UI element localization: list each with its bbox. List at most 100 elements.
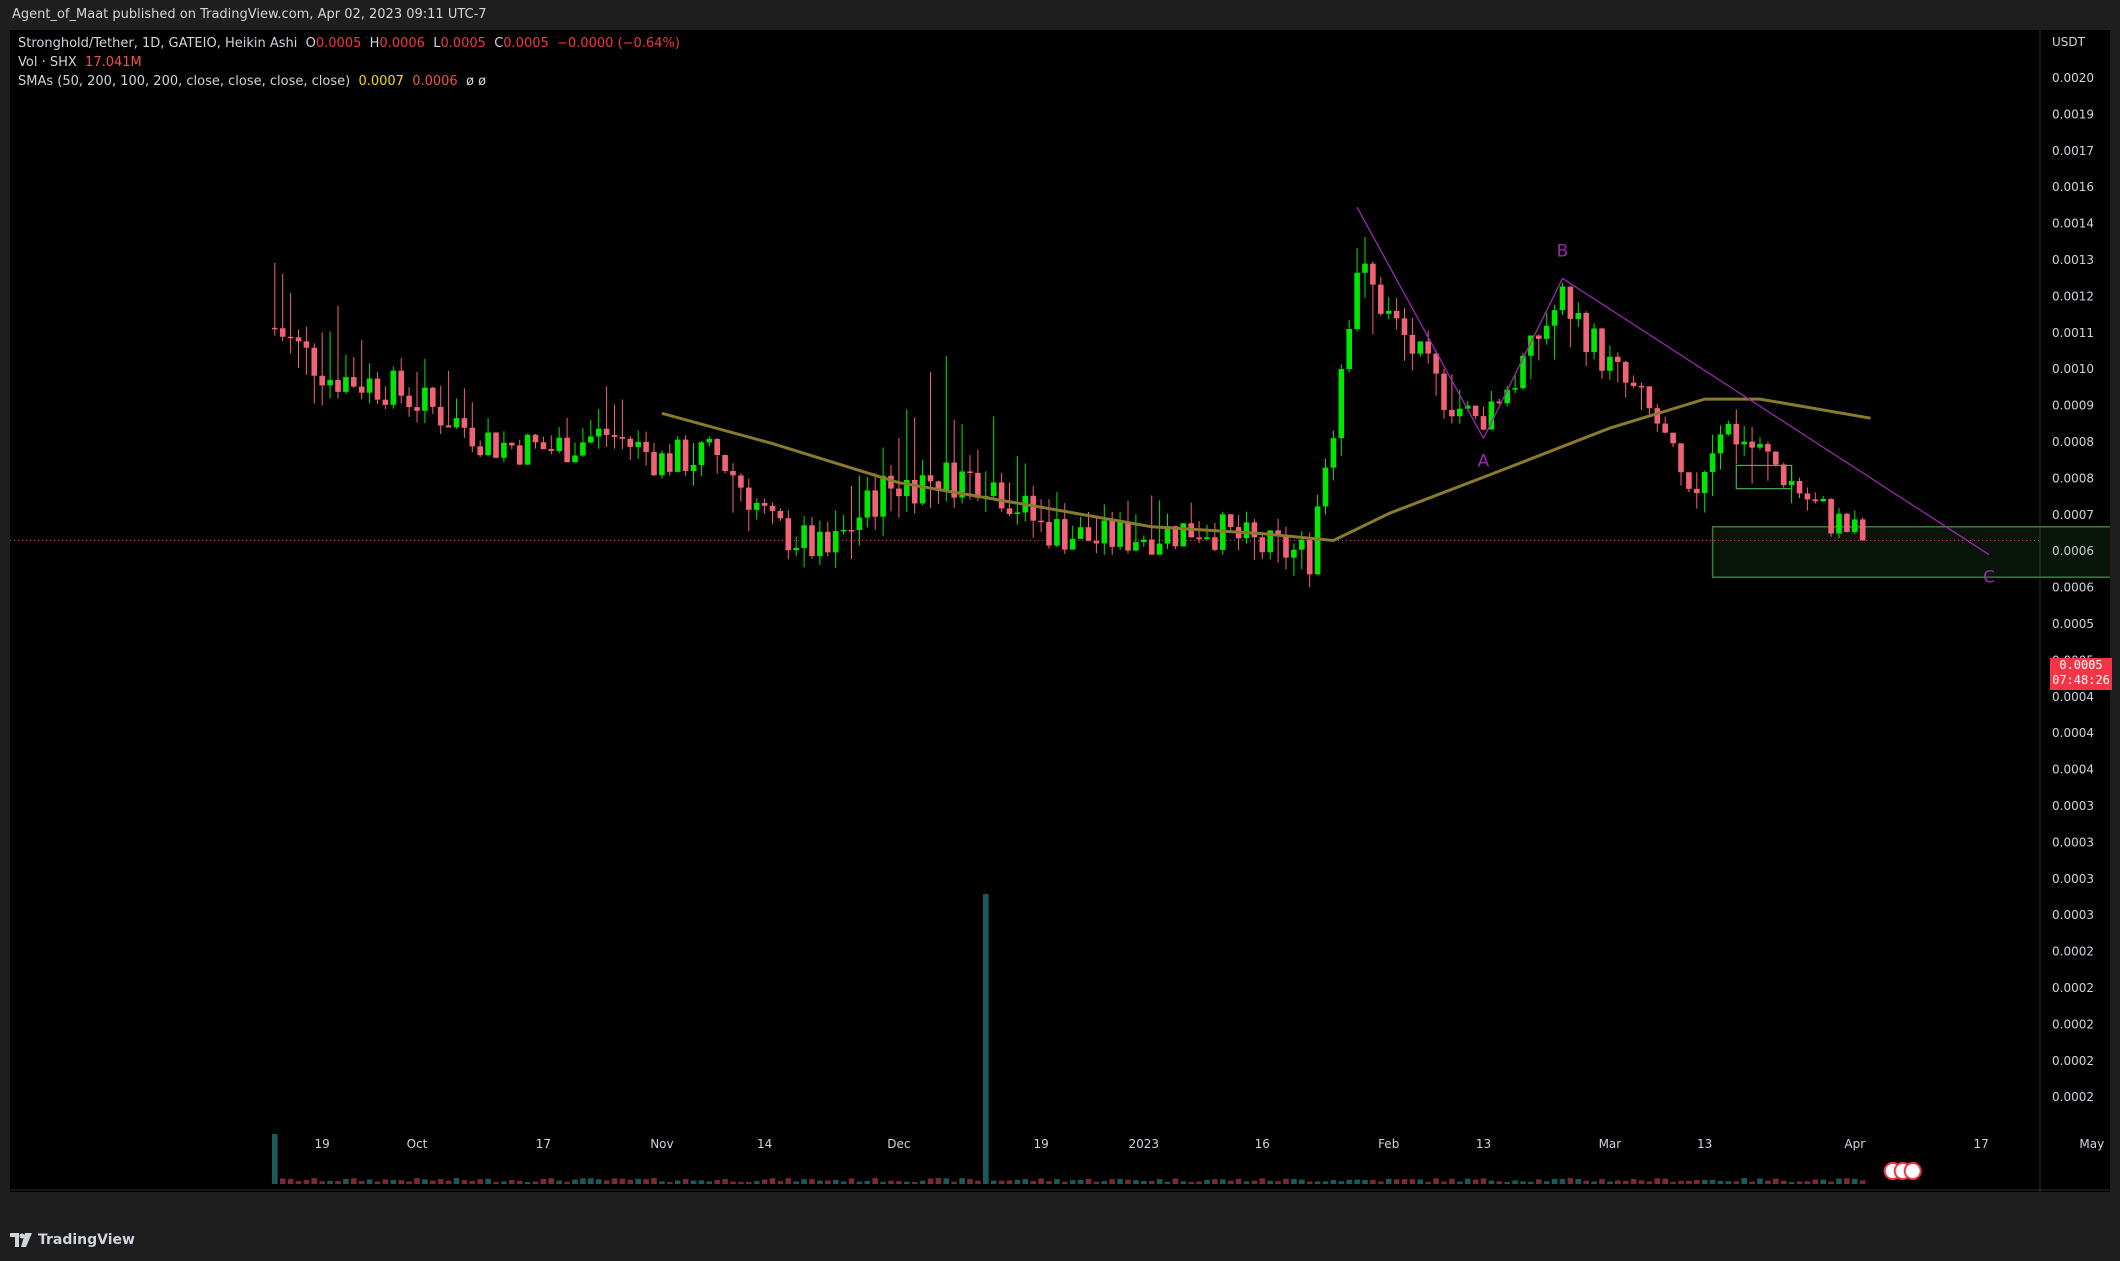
candle-body xyxy=(1109,520,1115,547)
price-tick-label: 0.0010 xyxy=(2052,362,2094,376)
volume-bar xyxy=(1338,1181,1345,1184)
candle-body xyxy=(1385,310,1392,314)
candle-body xyxy=(595,428,602,437)
volume-bar xyxy=(769,1178,776,1184)
candle-body xyxy=(777,510,784,519)
volume-bar xyxy=(1654,1178,1661,1184)
candle-body xyxy=(461,418,468,428)
price-chart-svg[interactable]: USDT 0.0020 0.0019 0.0017 0.0016 0.0014 0.0013… xyxy=(10,30,2110,1192)
candle-body xyxy=(493,432,499,458)
volume-bar xyxy=(959,1178,965,1184)
volume-bar xyxy=(951,1181,957,1184)
volume-bar xyxy=(1749,1181,1755,1184)
candle-body xyxy=(911,479,918,504)
volume-bar xyxy=(927,1178,934,1184)
volume-bar xyxy=(1141,1181,1147,1184)
event-flag-icon xyxy=(1903,1162,1922,1180)
volume-bar xyxy=(1346,1179,1352,1184)
volume-bar xyxy=(1686,1180,1692,1184)
volume-bar xyxy=(1322,1181,1329,1184)
volume-bar xyxy=(516,1180,523,1184)
volume-bar xyxy=(358,1181,365,1184)
candle-body xyxy=(1227,514,1234,528)
volume-bar xyxy=(461,1180,468,1184)
candle-body xyxy=(1622,361,1629,383)
volume-bar xyxy=(445,1180,452,1184)
candle-body xyxy=(919,475,926,504)
price-tick-label: 0.0012 xyxy=(2052,289,2094,303)
candle-body xyxy=(1133,542,1139,551)
candle-body xyxy=(619,437,626,439)
candle-body xyxy=(761,502,768,506)
volume-bar xyxy=(975,1180,981,1184)
volume-bar xyxy=(825,1180,831,1184)
volume-bar xyxy=(730,1181,736,1184)
volume-bar xyxy=(1180,1181,1187,1184)
candle-body xyxy=(1765,444,1771,452)
candle-body xyxy=(295,337,302,342)
candle-body xyxy=(651,451,657,476)
candle-body xyxy=(1472,405,1479,417)
volume-bar xyxy=(398,1180,404,1184)
volume-bar xyxy=(635,1178,641,1184)
candle-body xyxy=(1212,537,1218,550)
volume-bar xyxy=(1773,1178,1779,1184)
tradingview-logo[interactable]: TradingView xyxy=(10,1232,135,1248)
volume-bar xyxy=(580,1178,586,1184)
time-tick-label: Nov xyxy=(650,1137,673,1151)
volume-bar xyxy=(366,1179,373,1184)
candle-body xyxy=(509,442,515,446)
volume-bar xyxy=(698,1180,705,1184)
volume-bar xyxy=(1804,1181,1811,1184)
price-tick-label: 0.0007 xyxy=(2052,508,2094,522)
candle-body xyxy=(1512,388,1518,390)
volume-bar xyxy=(611,1178,618,1184)
candle-body xyxy=(1741,441,1747,445)
volume-bar xyxy=(540,1178,547,1184)
price-tick-label: 0.0004 xyxy=(2052,726,2094,740)
candle-body xyxy=(358,386,365,393)
price-tick-label: 0.0017 xyxy=(2052,144,2094,158)
candle-body xyxy=(1694,488,1700,494)
volume-bar xyxy=(1069,1180,1076,1184)
volume-bar xyxy=(1591,1181,1597,1184)
volume-bar xyxy=(1536,1179,1542,1184)
volume-bar xyxy=(738,1181,744,1184)
candle-body xyxy=(738,475,744,488)
volume-bar xyxy=(904,1181,910,1184)
tradingview-brand: TradingView xyxy=(38,1232,135,1248)
volume-bar xyxy=(1472,1179,1479,1184)
candle-body xyxy=(1322,467,1329,507)
volume-bar xyxy=(1859,1180,1866,1184)
candle-body xyxy=(1125,522,1131,551)
volume-bar xyxy=(311,1178,318,1184)
candle-body xyxy=(840,529,847,532)
volume-bar xyxy=(1780,1180,1787,1184)
candle-body xyxy=(1346,329,1352,370)
volume-bar xyxy=(1567,1178,1574,1184)
candle-body xyxy=(390,370,397,405)
candle-body xyxy=(303,341,310,348)
bar-countdown: 07:48:26 xyxy=(2052,673,2110,687)
volume-bar xyxy=(643,1179,649,1184)
candle-body xyxy=(975,472,981,498)
candle-body xyxy=(1836,513,1842,534)
volume-bar xyxy=(1464,1178,1471,1184)
volume-bar xyxy=(1054,1179,1060,1184)
candle-body xyxy=(635,441,641,447)
volume-bar xyxy=(1441,1181,1447,1184)
candle-body xyxy=(1543,325,1550,339)
volume-bar xyxy=(785,1178,792,1184)
volume-bar xyxy=(817,1180,823,1184)
volume-bar xyxy=(1417,1179,1424,1184)
candle-body xyxy=(611,434,618,438)
volume-bar xyxy=(1220,1179,1226,1184)
candle-body xyxy=(832,531,839,553)
candle-body xyxy=(1378,284,1384,314)
price-tick-label: 0.0014 xyxy=(2052,217,2094,231)
candle-body xyxy=(1259,537,1266,553)
chart-area[interactable]: USDT 0.0020 0.0019 0.0017 0.0016 0.0014 0.0013… xyxy=(10,30,2110,1192)
volume-bar xyxy=(469,1180,476,1184)
volume-bar xyxy=(1449,1178,1455,1184)
volume-bar xyxy=(1314,1181,1321,1184)
